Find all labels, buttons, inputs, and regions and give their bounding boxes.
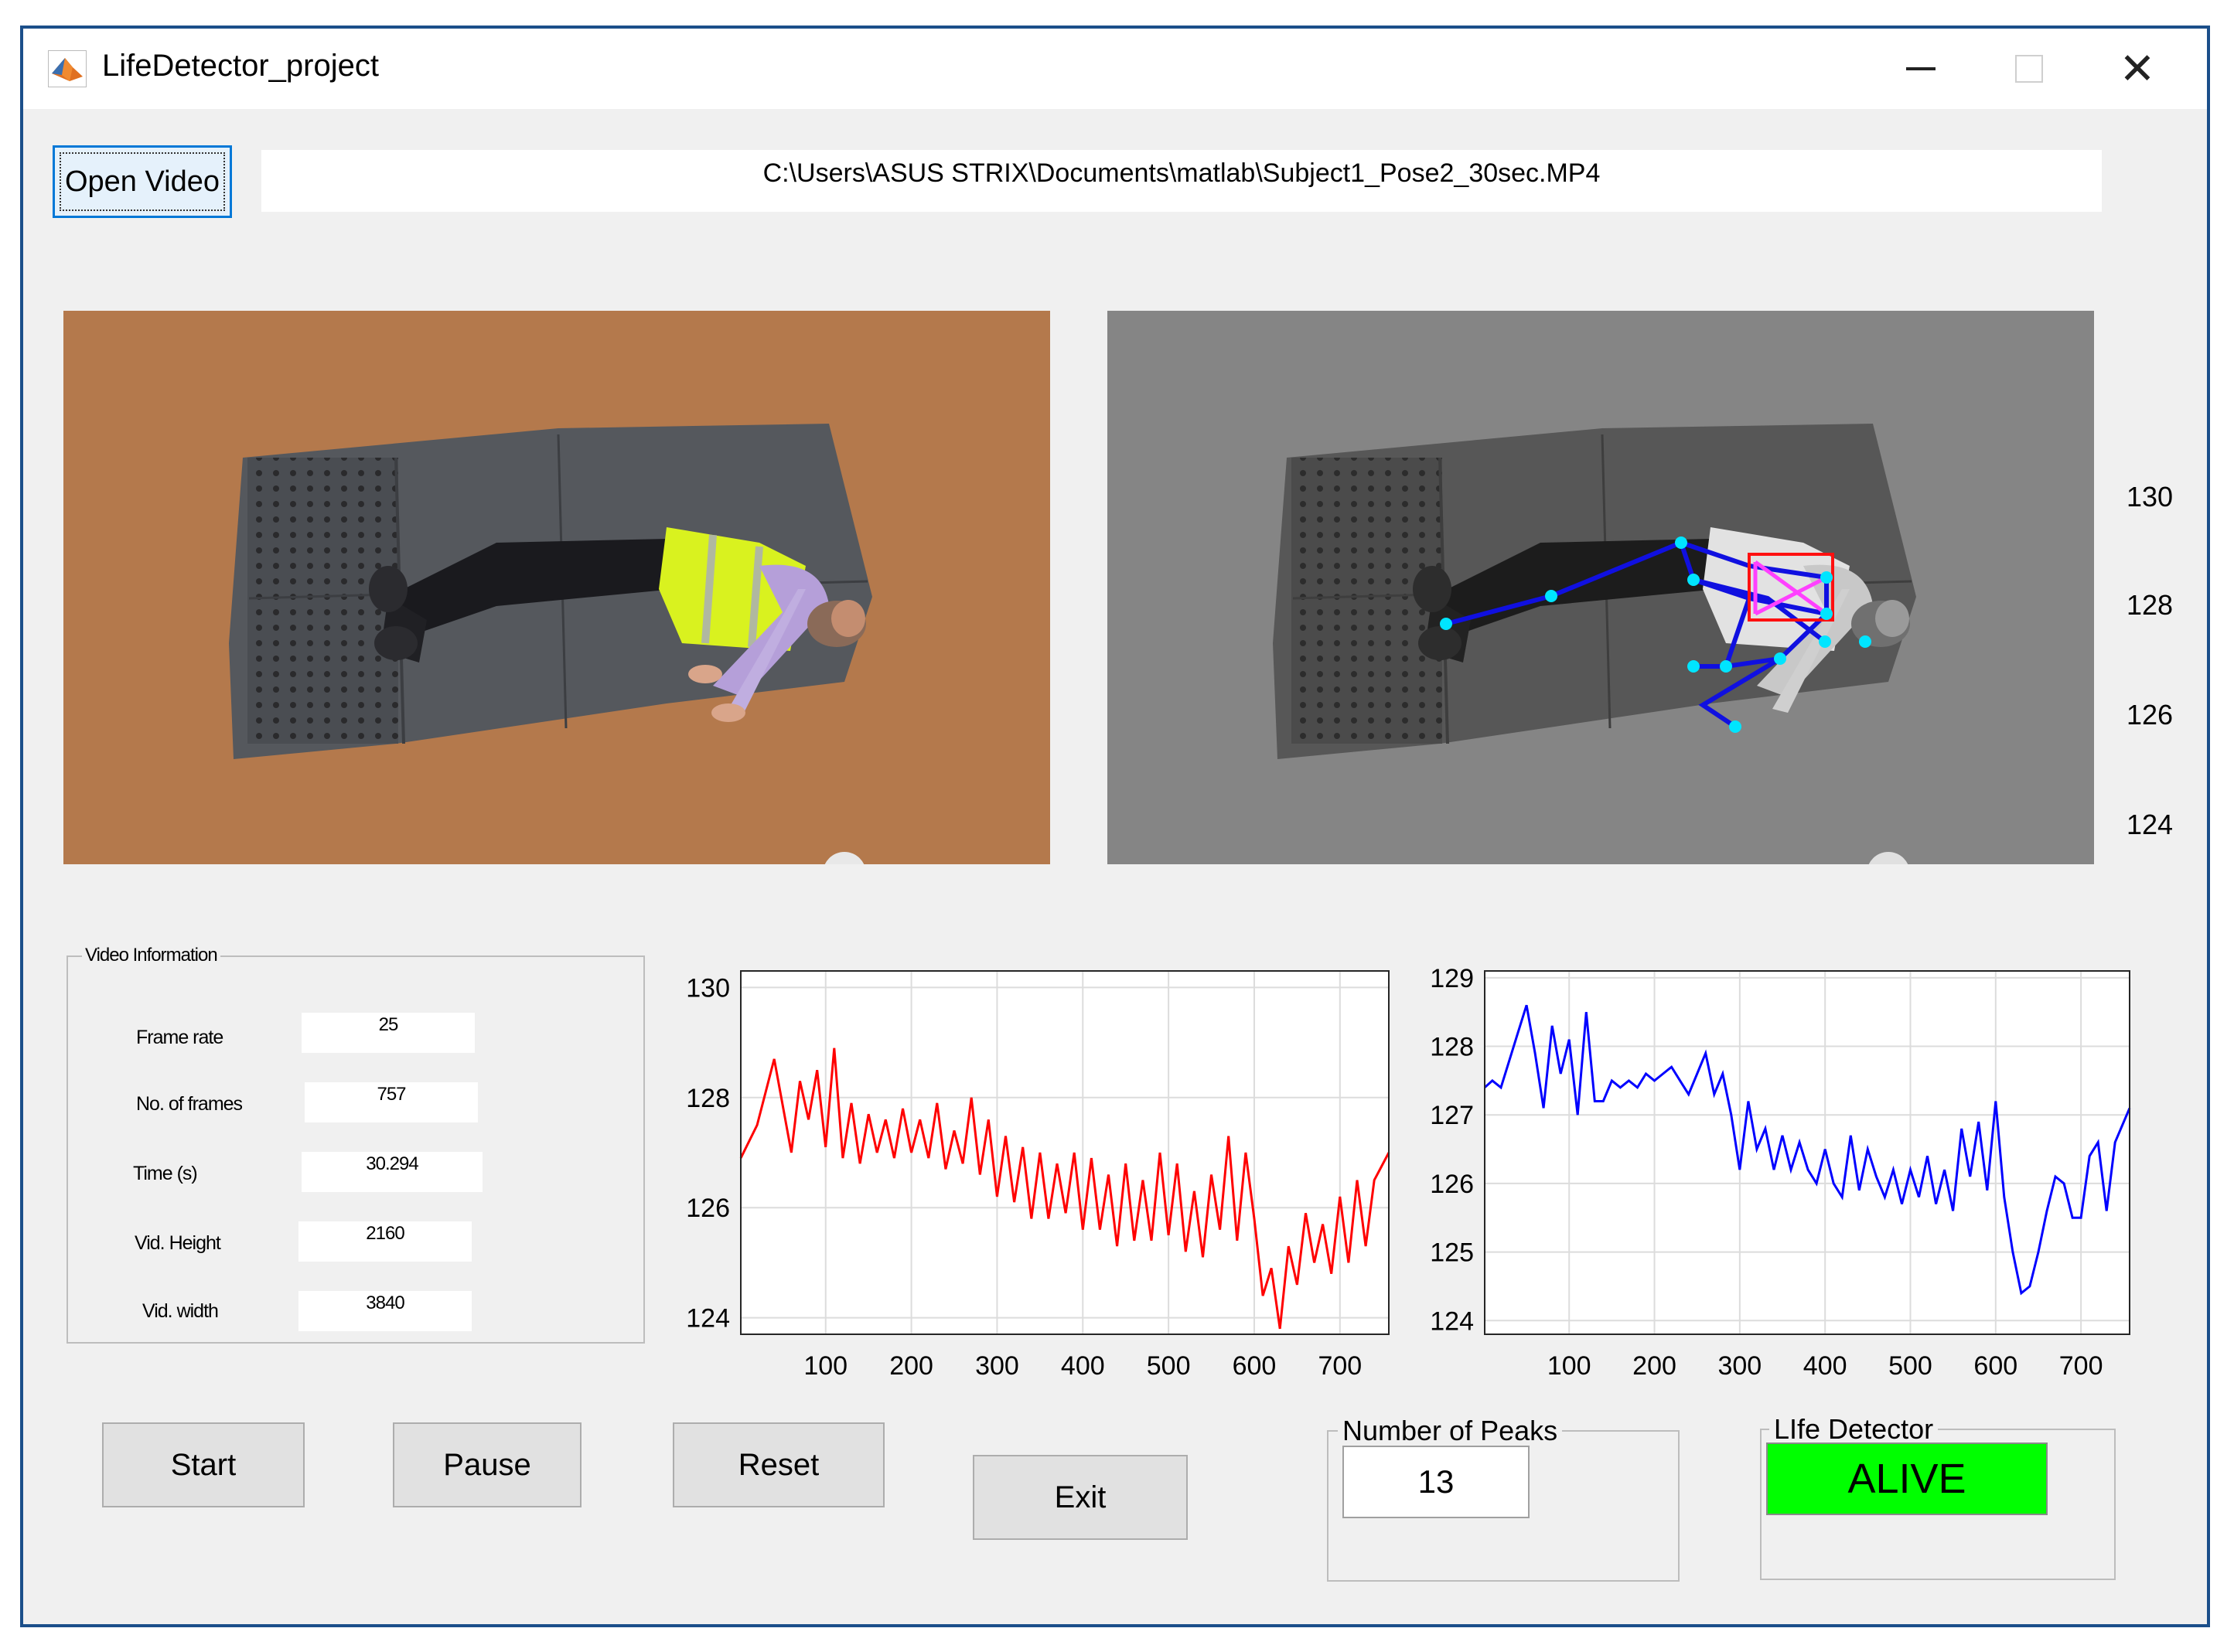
x-tick-label: 200 <box>1632 1351 1676 1381</box>
y-tick-label: 124 <box>686 1304 730 1334</box>
y-tick-label: 125 <box>1430 1238 1474 1268</box>
close-button[interactable]: ✕ <box>2083 29 2191 109</box>
title-bar: LifeDetector_project ✕ <box>23 29 2207 109</box>
y-tick-label: 128 <box>686 1084 730 1113</box>
filtered-signal-chart: 100 200 300 400 500 600 700 124 125 126 127 128 129 <box>1407 964 2142 1399</box>
x-tick-label: 100 <box>803 1351 848 1381</box>
plot-area <box>1485 971 2130 1334</box>
x-tick-label: 400 <box>1061 1351 1105 1381</box>
frame-rate-value: 25 <box>302 1013 475 1053</box>
x-tick-label: 300 <box>1717 1351 1762 1381</box>
x-tick-label: 700 <box>2059 1351 2103 1381</box>
view-axis-tick: 126 <box>2127 699 2174 731</box>
video-info-title: Video Information <box>82 945 220 966</box>
y-tick-label: 127 <box>1430 1101 1474 1130</box>
video-width-label: Vid. width <box>142 1300 219 1322</box>
raw-signal-chart: 100 200 300 400 500 600 700 124 126 128 130 <box>667 966 1401 1399</box>
reset-button[interactable]: Reset <box>673 1422 885 1507</box>
status-indicator: ALIVE <box>1766 1443 2048 1515</box>
y-tick-label: 124 <box>1430 1306 1474 1336</box>
original-video-frame <box>63 311 1050 864</box>
x-tick-label: 600 <box>1973 1351 2017 1381</box>
y-tick-label: 128 <box>1430 1033 1474 1062</box>
maximize-button[interactable] <box>1975 29 2083 109</box>
video-height-label: Vid. Height <box>135 1232 221 1254</box>
minimize-icon <box>1906 67 1936 70</box>
close-icon: ✕ <box>2119 44 2156 93</box>
peaks-count-field: 13 <box>1342 1446 1530 1518</box>
x-tick-label: 500 <box>1147 1351 1191 1381</box>
x-tick-label: 300 <box>975 1351 1019 1381</box>
pause-button[interactable]: Pause <box>393 1422 582 1507</box>
x-tick-label: 600 <box>1233 1351 1277 1381</box>
file-path-field: C:\Users\ASUS STRIX\Documents\matlab\Sub… <box>261 150 2102 212</box>
duration-value: 30.294 <box>302 1152 483 1192</box>
open-video-button[interactable]: Open Video <box>53 145 232 218</box>
x-tick-label: 200 <box>889 1351 933 1381</box>
matlab-icon <box>48 50 87 87</box>
minimize-button[interactable] <box>1867 29 1975 109</box>
y-tick-label: 129 <box>1430 964 1474 993</box>
frame-rate-label: Frame rate <box>136 1027 223 1048</box>
x-tick-label: 700 <box>1318 1351 1362 1381</box>
pose-estimation-frame <box>1107 311 2094 864</box>
start-button[interactable]: Start <box>102 1422 305 1507</box>
view-axis-tick: 128 <box>2127 589 2174 621</box>
view-axis-tick: 124 <box>2127 809 2174 840</box>
video-width-value: 3840 <box>298 1291 472 1331</box>
y-tick-label: 126 <box>1430 1170 1474 1199</box>
y-tick-label: 126 <box>686 1194 730 1223</box>
y-tick-label: 130 <box>686 973 730 1003</box>
frames-count-value: 757 <box>305 1082 478 1122</box>
x-tick-label: 500 <box>1888 1351 1932 1381</box>
video-height-value: 2160 <box>298 1221 472 1262</box>
x-tick-label: 400 <box>1803 1351 1847 1381</box>
exit-button[interactable]: Exit <box>973 1455 1188 1540</box>
view-axis-tick: 130 <box>2127 481 2174 513</box>
life-detector-title: LIfe Detector <box>1769 1413 1939 1446</box>
peaks-title: Number of Peaks <box>1338 1415 1563 1447</box>
x-tick-label: 100 <box>1547 1351 1591 1381</box>
maximize-icon <box>2015 55 2043 83</box>
duration-label: Time (s) <box>133 1163 198 1184</box>
frames-count-label: No. of frames <box>136 1093 243 1115</box>
plot-area <box>741 971 1389 1334</box>
window-title: LifeDetector_project <box>102 49 379 83</box>
